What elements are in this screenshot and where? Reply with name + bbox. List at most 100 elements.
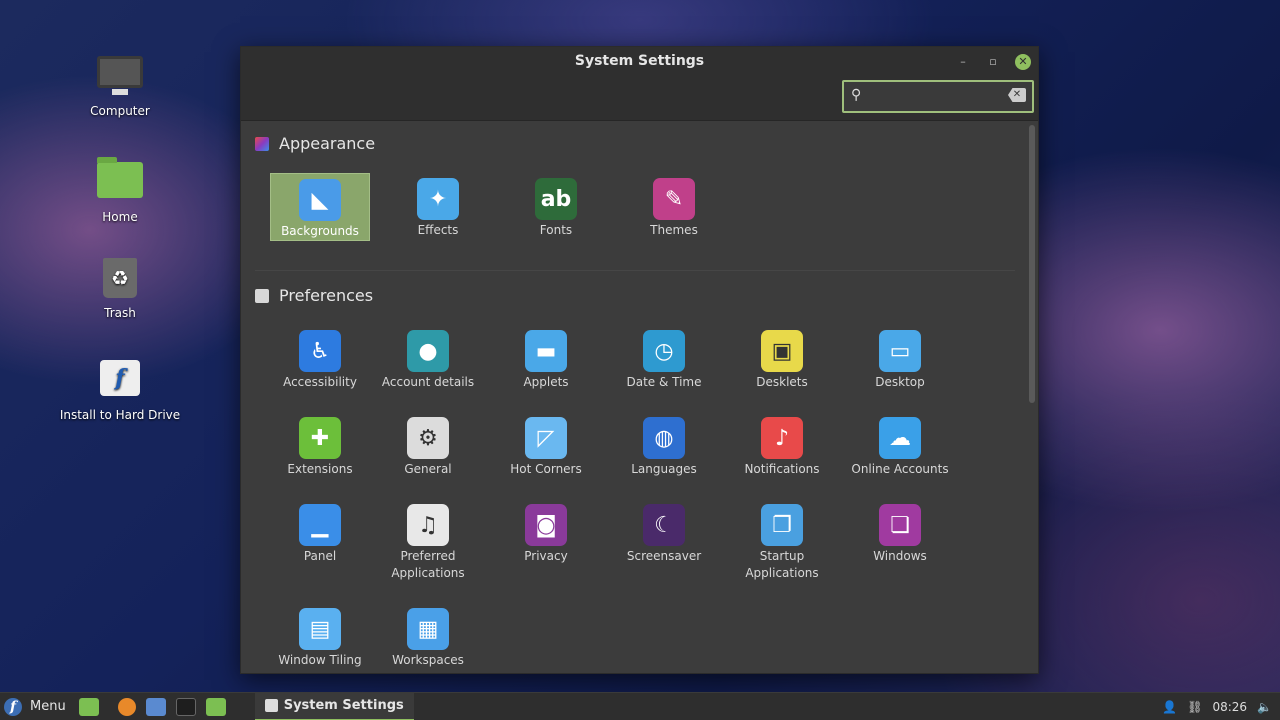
settings-item-bell[interactable]: ♪ Notifications [723, 412, 841, 478]
settings-item-tiling[interactable]: ▤ Window Tiling [261, 603, 379, 669]
settings-item-label: Languages [631, 462, 697, 476]
settings-item-backgrounds[interactable]: ◣ Backgrounds [270, 173, 370, 241]
workspaces-icon: ▦ [407, 608, 449, 650]
settings-item-panel[interactable]: ▁ Panel [261, 499, 379, 565]
settings-item-label: Desklets [756, 375, 808, 389]
desktop-icon-trash[interactable]: ♻ Trash [50, 256, 190, 320]
task-label: System Settings [283, 698, 404, 713]
moon-icon: ☾ [643, 504, 685, 546]
menu-button[interactable]: f Menu [0, 693, 74, 720]
tiling-icon: ▤ [299, 608, 341, 650]
applets-icon: ▬ [525, 330, 567, 372]
restore-button[interactable]: ▫ [985, 54, 1001, 70]
settings-item-fonts[interactable]: ab Fonts [497, 173, 615, 239]
section-header-appearance: Appearance [255, 134, 375, 153]
settings-item-themes[interactable]: ✎ Themes [615, 173, 733, 239]
settings-item-label: Hot Corners [510, 462, 582, 476]
settings-item-account[interactable]: ● Account details [369, 325, 487, 391]
backgrounds-icon: ◣ [299, 179, 341, 221]
settings-item-startup[interactable]: ❐ Startup Applications [723, 499, 841, 582]
settings-item-label: Desktop [875, 375, 925, 389]
startup-icon: ❐ [761, 504, 803, 546]
desktop-icon-label: Home [102, 210, 138, 224]
settings-item-label: Privacy [524, 549, 568, 563]
taskbar: f Menu System Settings 👤 ⛓ 08:26 🔈 [0, 692, 1280, 720]
menu-label: Menu [30, 699, 66, 714]
settings-item-cloud[interactable]: ☁ Online Accounts [841, 412, 959, 478]
settings-item-label: Extensions [287, 462, 353, 476]
settings-item-desklets[interactable]: ▣ Desklets [723, 325, 841, 391]
settings-item-label: Online Accounts [851, 462, 949, 476]
settings-item-label: Account details [381, 375, 475, 389]
preferences-section-icon [255, 288, 269, 303]
general-icon: ⚙ [407, 417, 449, 459]
extensions-icon: ✚ [299, 417, 341, 459]
settings-item-label: Preferred Applications [391, 549, 465, 580]
fonts-icon: ab [535, 178, 577, 220]
settings-item-privacy[interactable]: ◙ Privacy [487, 499, 605, 565]
section-header-preferences: Preferences [255, 286, 373, 305]
settings-item-preferred-apps[interactable]: ♫ Preferred Applications [369, 499, 487, 582]
settings-item-label: Accessibility [283, 375, 357, 389]
computer-icon [96, 56, 144, 100]
settings-item-general[interactable]: ⚙ General [369, 412, 487, 478]
settings-item-label: Startup Applications [745, 549, 819, 580]
desktop-icon-label: Install to Hard Drive [59, 408, 181, 422]
settings-item-label: Backgrounds [281, 224, 359, 238]
settings-item-workspaces[interactable]: ▦ Workspaces [369, 603, 487, 669]
settings-item-label: Fonts [539, 223, 573, 237]
clock[interactable]: 08:26 [1212, 700, 1247, 714]
settings-item-extensions[interactable]: ✚ Extensions [261, 412, 379, 478]
mail-icon[interactable] [145, 697, 166, 716]
settings-window-icon [264, 699, 278, 712]
settings-item-desktop[interactable]: ▭ Desktop [841, 325, 959, 391]
settings-item-label: Panel [303, 549, 337, 563]
terminal-icon[interactable] [175, 697, 196, 716]
settings-item-label: Notifications [744, 462, 820, 476]
settings-item-label: Workspaces [392, 653, 464, 667]
window-title: System Settings [574, 53, 705, 69]
settings-item-applets[interactable]: ▬ Applets [487, 325, 605, 391]
scrollbar[interactable] [1029, 125, 1035, 403]
close-button[interactable]: ✕ [1015, 54, 1031, 70]
account-icon: ● [407, 330, 449, 372]
taskbar-window-system-settings[interactable]: System Settings [254, 692, 414, 720]
search-input[interactable] [872, 87, 1002, 107]
settings-item-label: Screensaver [626, 549, 702, 563]
volume-icon[interactable]: 🔈 [1257, 700, 1272, 714]
desktop-icon-home[interactable]: Home [50, 156, 190, 224]
languages-icon: ◍ [643, 417, 685, 459]
settings-item-accessibility[interactable]: ♿ Accessibility [261, 325, 379, 391]
desktop-icon-install[interactable]: f Install to Hard Drive [50, 356, 190, 422]
settings-item-effects[interactable]: ✦ Effects [379, 173, 497, 239]
panel-icon: ▁ [299, 504, 341, 546]
settings-item-hot-corners[interactable]: ◸ Hot Corners [487, 412, 605, 478]
section-divider [255, 270, 1015, 271]
search-icon: ⚲ [851, 87, 862, 103]
fedora-logo-icon: f [4, 697, 22, 716]
settings-content: Appearance Preferences ◣ Backgrounds ✦ Effe… [241, 122, 1028, 674]
install-icon: f [96, 360, 144, 404]
settings-item-windows[interactable]: ❏ Windows [841, 499, 959, 565]
windows-icon: ❏ [879, 504, 921, 546]
user-icon[interactable]: 👤 [1162, 700, 1177, 714]
desktop-icon: ▭ [879, 330, 921, 372]
minimize-button[interactable]: – [955, 54, 971, 70]
trash-icon: ♻ [96, 258, 144, 302]
settings-item-moon[interactable]: ☾ Screensaver [605, 499, 723, 565]
network-icon[interactable]: ⛓ [1187, 700, 1202, 714]
desktop-icon-computer[interactable]: Computer [50, 56, 190, 118]
settings-item-label: Themes [650, 223, 698, 237]
firefox-icon[interactable] [117, 697, 136, 716]
settings-item-languages[interactable]: ◍ Languages [605, 412, 723, 478]
settings-item-label: Date & Time [626, 375, 702, 389]
window-titlebar[interactable]: System Settings – ▫ ✕ ⚲ ✕ [241, 47, 1038, 121]
files-icon[interactable] [205, 697, 226, 716]
settings-item-clock[interactable]: ◷ Date & Time [605, 325, 723, 391]
search-box[interactable]: ⚲ ✕ [842, 80, 1034, 113]
show-desktop-icon[interactable] [78, 697, 99, 716]
section-title: Appearance [279, 134, 376, 153]
system-settings-window: System Settings – ▫ ✕ ⚲ ✕ Appearance Pre… [240, 46, 1039, 674]
clear-search-icon[interactable]: ✕ [1008, 88, 1026, 102]
bell-icon: ♪ [761, 417, 803, 459]
